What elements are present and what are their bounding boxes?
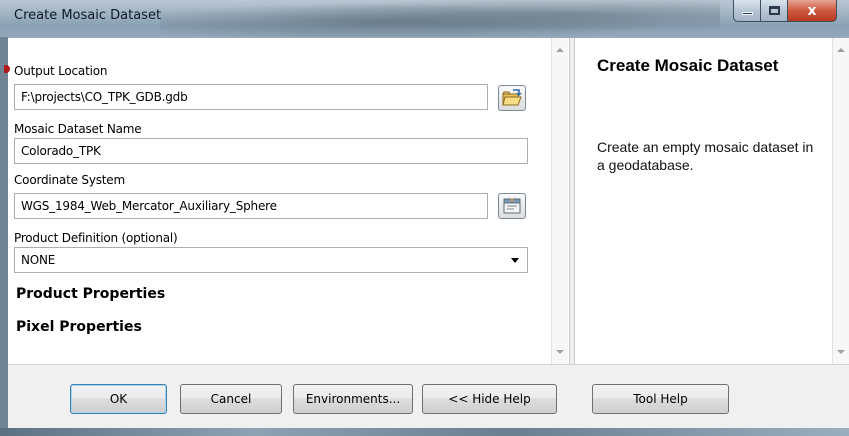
parameters-scrollbar[interactable] [551, 38, 568, 364]
mosaic-name-field[interactable]: Colorado_TPK [14, 138, 528, 164]
spatial-reference-icon [503, 198, 521, 214]
scroll-down-icon [837, 350, 845, 354]
ok-button[interactable]: OK [70, 384, 167, 414]
help-scrollbar[interactable] [832, 38, 849, 364]
scroll-up-icon [837, 48, 845, 52]
window-controls: x [733, 0, 837, 24]
title-bar: Create Mosaic Dataset x [0, 0, 849, 37]
pixel-properties-section[interactable]: Pixel Properties [16, 319, 142, 335]
parameters-panel: Output Location F:\projects\CO_TPK_GDB.g… [4, 38, 570, 364]
help-panel: Create Mosaic Dataset Create an empty mo… [574, 38, 849, 364]
scroll-up-icon [556, 48, 564, 52]
required-marker-icon [4, 65, 10, 73]
maximize-icon [768, 6, 780, 15]
product-definition-value: NONE [21, 253, 56, 267]
help-description: Create an empty mosaic dataset in a geod… [597, 139, 814, 173]
coordinate-system-button[interactable] [498, 193, 526, 219]
dialog-client: Output Location F:\projects\CO_TPK_GDB.g… [4, 37, 849, 429]
coordinate-system-label: Coordinate System [14, 173, 125, 187]
environments-button[interactable]: Environments... [293, 384, 413, 414]
tool-help-button[interactable]: Tool Help [592, 384, 729, 414]
help-title: Create Mosaic Dataset [597, 56, 779, 75]
open-folder-icon [502, 89, 522, 106]
title-bar-background [160, 0, 720, 37]
minimize-button[interactable] [733, 0, 761, 22]
mosaic-name-label: Mosaic Dataset Name [14, 122, 142, 136]
close-icon: x [807, 2, 817, 19]
product-properties-section[interactable]: Product Properties [16, 286, 165, 302]
output-location-field[interactable]: F:\projects\CO_TPK_GDB.gdb [14, 84, 488, 110]
maximize-button[interactable] [761, 0, 788, 22]
close-button[interactable]: x [788, 0, 837, 22]
coordinate-system-field[interactable]: WGS_1984_Web_Mercator_Auxiliary_Sphere [14, 193, 488, 219]
window-bottom-edge [0, 428, 849, 436]
product-definition-select[interactable]: NONE [14, 247, 528, 273]
scroll-down-icon [556, 350, 564, 354]
minimize-icon [741, 12, 753, 15]
cancel-button[interactable]: Cancel [180, 384, 282, 414]
hide-help-button[interactable]: << Hide Help [422, 384, 557, 414]
window-title: Create Mosaic Dataset [14, 8, 162, 23]
product-definition-label: Product Definition (optional) [14, 231, 178, 245]
chevron-down-icon [511, 258, 519, 263]
button-bar: OK Cancel Environments... << Hide Help T… [8, 364, 849, 429]
output-location-label: Output Location [14, 64, 108, 78]
output-location-browse-button[interactable] [498, 85, 526, 111]
